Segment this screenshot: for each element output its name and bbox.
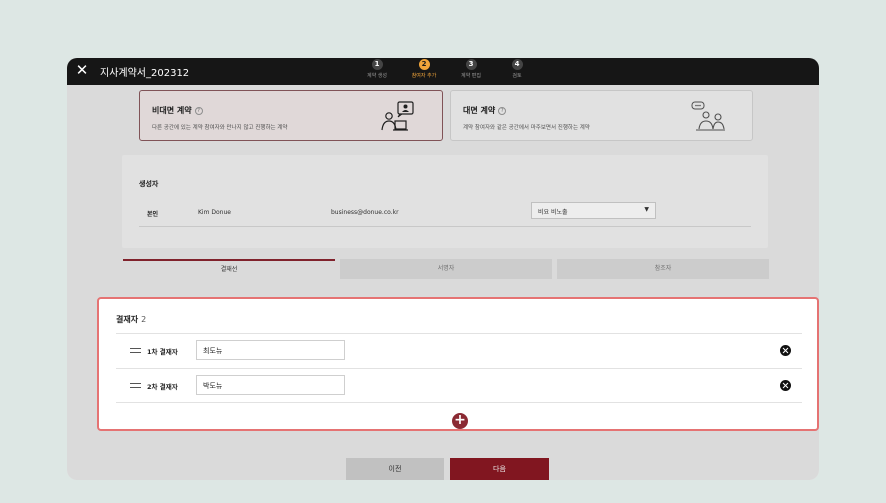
step-number: 1 bbox=[371, 59, 383, 70]
approvers-count: 2 bbox=[141, 315, 147, 324]
approvers-title: 결재자 2 bbox=[116, 315, 147, 324]
approver-input[interactable]: 박도뉴 bbox=[196, 375, 345, 395]
card-description: 다른 공간에 있는 계약 참여자와 만나지 않고 진행하는 계약 bbox=[152, 125, 288, 131]
approver-label: 1차 결재자 bbox=[147, 348, 178, 356]
creator-name: Kim Donue bbox=[198, 209, 231, 216]
close-icon[interactable]: ✕ bbox=[75, 61, 89, 79]
remove-icon[interactable] bbox=[780, 345, 791, 356]
step-number: 2 bbox=[418, 59, 430, 70]
step-label: 계약 편집 bbox=[461, 73, 481, 79]
step-4[interactable]: 4 검토 bbox=[497, 59, 537, 79]
tab-approval-line[interactable]: 결재선 bbox=[123, 259, 335, 279]
approver-label: 2차 결재자 bbox=[147, 383, 178, 391]
creator-role: 본인 bbox=[147, 211, 159, 218]
document-title: 지사계약서_202312 bbox=[100, 68, 190, 79]
card-title: 대면 계약? bbox=[463, 105, 507, 116]
remove-icon[interactable] bbox=[780, 380, 791, 391]
in-person-contract-icon bbox=[691, 101, 725, 131]
chevron-down-icon: ▼ bbox=[644, 206, 649, 213]
help-icon[interactable]: ? bbox=[498, 107, 507, 115]
remote-contract-icon bbox=[381, 101, 414, 131]
divider bbox=[116, 402, 802, 403]
approvers-panel: 결재자 2 1차 결재자 최도뉴 2차 결재자 박도뉴 + bbox=[97, 297, 819, 431]
plus-icon[interactable]: + bbox=[452, 413, 468, 429]
step-label: 검토 bbox=[512, 73, 522, 79]
step-1[interactable]: 1 계약 생성 bbox=[357, 59, 397, 79]
participant-tabs: 결재선 서명자 참조자 bbox=[123, 259, 769, 279]
tab-references[interactable]: 참조자 bbox=[557, 259, 769, 279]
approver-row: 1차 결재자 최도뉴 bbox=[116, 334, 802, 368]
step-number: 3 bbox=[465, 59, 477, 70]
step-3[interactable]: 3 계약 편집 bbox=[451, 59, 491, 79]
remote-contract-card[interactable]: 비대면 계약? 다른 공간에 있는 계약 참여자와 만나지 않고 진행하는 계약 bbox=[139, 90, 443, 141]
drag-handle-icon[interactable] bbox=[130, 348, 141, 353]
visibility-select[interactable]: 비요 비노출 ▼ bbox=[531, 202, 656, 219]
drag-handle-icon[interactable] bbox=[130, 383, 141, 388]
creator-panel: 생성자 본인 Kim Donue business@donue.co.kr 비요… bbox=[122, 155, 768, 248]
top-bar: ✕ 지사계약서_202312 1 계약 생성 2 참여자 추가 3 계약 편집 … bbox=[67, 58, 819, 85]
next-button[interactable]: 다음 bbox=[450, 458, 549, 480]
approver-row: 2차 결재자 박도뉴 bbox=[116, 369, 802, 403]
visibility-select-value: 비요 비노출 bbox=[538, 209, 568, 216]
card-title: 비대면 계약? bbox=[152, 105, 203, 116]
step-2[interactable]: 2 참여자 추가 bbox=[404, 59, 444, 79]
approver-input[interactable]: 최도뉴 bbox=[196, 340, 345, 360]
prev-button[interactable]: 이전 bbox=[346, 458, 444, 480]
card-description: 계약 참여자와 같은 공간에서 마주보면서 진행하는 계약 bbox=[463, 125, 590, 131]
creator-row: 본인 Kim Donue business@donue.co.kr 비요 비노출… bbox=[139, 201, 751, 227]
step-label: 계약 생성 bbox=[367, 73, 387, 79]
step-label: 참여자 추가 bbox=[411, 73, 437, 79]
tab-signers[interactable]: 서명자 bbox=[340, 259, 552, 279]
step-number: 4 bbox=[511, 59, 523, 70]
in-person-contract-card[interactable]: 대면 계약? 계약 참여자와 같은 공간에서 마주보면서 진행하는 계약 bbox=[450, 90, 753, 141]
creator-email: business@donue.co.kr bbox=[331, 209, 399, 216]
creator-section-title: 생성자 bbox=[139, 180, 159, 188]
help-icon[interactable]: ? bbox=[194, 107, 203, 115]
